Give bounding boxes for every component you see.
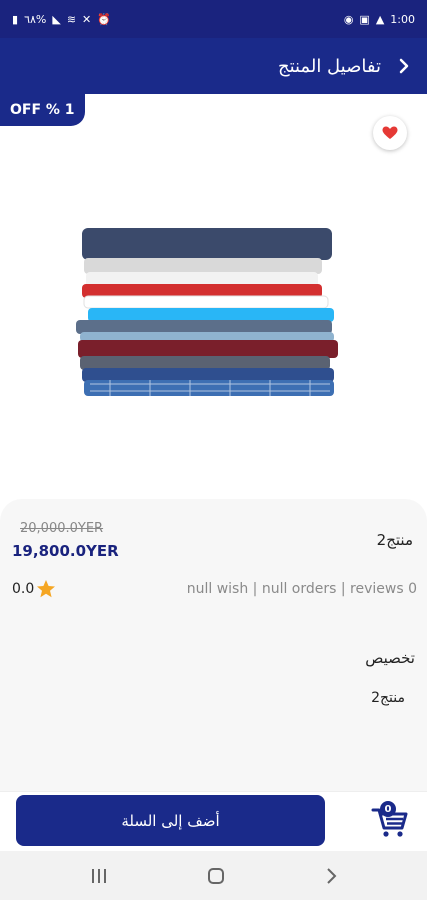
current-price: 19,800.0YER <box>12 542 119 560</box>
star-icon <box>37 580 56 598</box>
status-right: ◉ ▣ ▲ 1:00 <box>344 13 415 26</box>
product-details-card: 20,000.0YER 19,800.0YER منتج2 0.0 null w… <box>0 499 427 791</box>
wishlist-button[interactable] <box>373 116 407 150</box>
page-title: تفاصيل المنتج <box>277 55 381 77</box>
bottom-action-bar: أضف إلى السلة 0 <box>0 791 427 851</box>
status-time: 1:00 <box>390 12 415 26</box>
wifi-icon: ≋ <box>66 12 77 26</box>
location-icon: ◉ <box>343 12 354 26</box>
product-description: منتج2 <box>371 690 405 706</box>
warning-icon: ▲ <box>375 12 385 26</box>
add-to-cart-button[interactable]: أضف إلى السلة <box>16 795 325 846</box>
back-nav-icon[interactable] <box>324 867 338 885</box>
product-name: منتج2 <box>376 531 413 549</box>
cart-count-badge: 0 <box>380 801 396 817</box>
old-price: 20,000.0YER <box>20 521 104 536</box>
image-icon: ▣ <box>359 12 370 26</box>
status-left: ▮ ٦٨% ◣ ≋ ✕ ⏰ <box>12 13 111 26</box>
battery-icon: ▮ <box>12 12 19 26</box>
cart-button[interactable]: 0 <box>370 800 410 840</box>
product-stats: null wish | null orders | reviews 0 <box>186 581 417 597</box>
status-bar: ▮ ٦٨% ◣ ≋ ✕ ⏰ ◉ ▣ ▲ 1:00 <box>0 0 427 38</box>
home-icon[interactable] <box>206 866 226 886</box>
heart-icon <box>382 126 398 139</box>
system-nav-bar <box>0 851 427 900</box>
signal-icon: ◣ <box>52 12 61 26</box>
mute-icon: ✕ <box>82 12 92 26</box>
product-image <box>76 228 338 396</box>
back-chevron-icon[interactable] <box>395 57 413 75</box>
battery-percent: ٦٨% <box>24 12 47 26</box>
app-bar: تفاصيل المنتج <box>0 38 427 94</box>
rating-value: 0.0 <box>12 581 35 597</box>
product-image-area: OFF % 1 <box>0 94 427 499</box>
discount-badge: OFF % 1 <box>0 94 85 126</box>
alarm-icon: ⏰ <box>97 12 111 26</box>
recent-apps-icon[interactable] <box>89 867 109 885</box>
rating: 0.0 <box>12 579 56 599</box>
section-title: تخصيص <box>365 649 415 667</box>
